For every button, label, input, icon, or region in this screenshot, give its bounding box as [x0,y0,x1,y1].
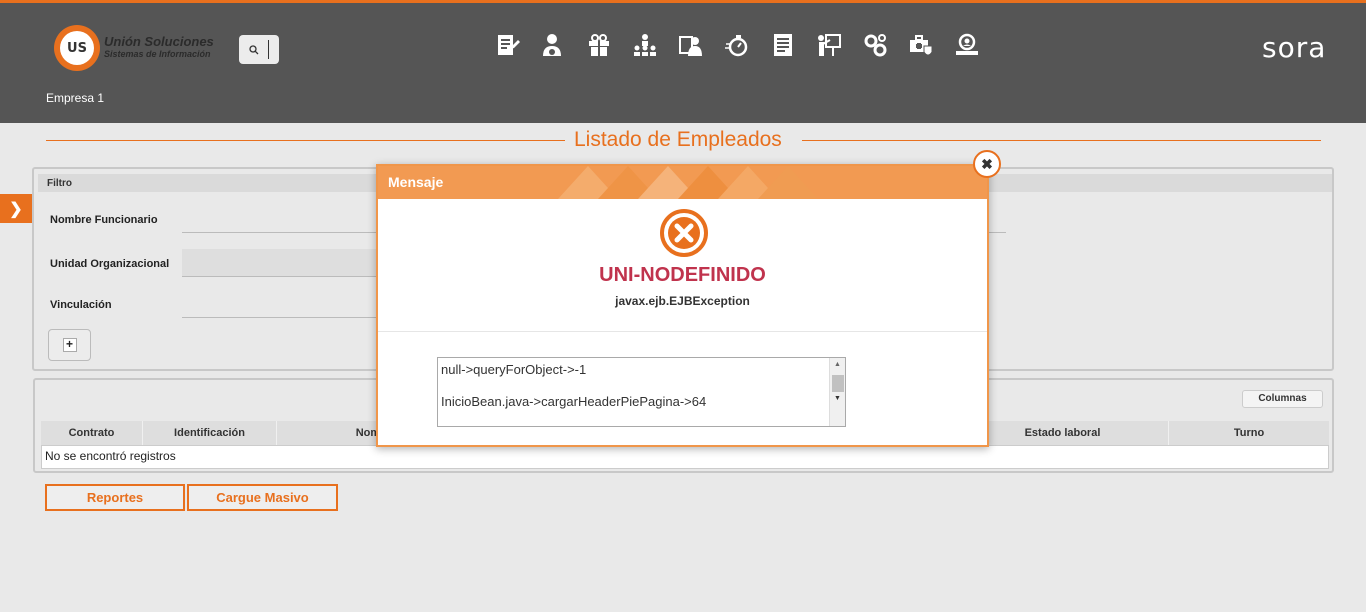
dialog-title: Mensaje [388,174,444,190]
columns-button[interactable]: Columnas [1242,390,1323,408]
label-vinculacion: Vinculación [50,299,112,311]
error-message: javax.ejb.EJBException [615,294,750,308]
textarea-scrollbar[interactable]: ▲ ▼ [829,358,845,426]
error-detail-textarea[interactable]: null->queryForObject->-1 InicioBean.java… [437,357,846,427]
id-card-user-icon[interactable] [677,31,705,59]
logo-tagline: Sistemas de Información [104,49,211,59]
plus-icon: + [62,338,77,352]
user-admin-icon[interactable] [539,31,567,59]
medical-case-icon[interactable] [907,31,935,59]
add-filter-button[interactable]: + [48,329,91,361]
page-title: Listado de Empleados [574,128,782,151]
document-list-icon[interactable] [769,31,797,59]
gears-icon[interactable] [861,31,889,59]
label-nombre-funcionario: Nombre Funcionario [50,214,158,226]
dialog-header[interactable]: Mensaje [378,166,987,199]
top-header: US Unión Soluciones Sistemas de Informac… [0,0,1366,123]
gift-icon[interactable] [585,31,613,59]
header-pattern [558,166,818,199]
error-icon [660,209,708,257]
column-header-turno[interactable]: Turno [1169,421,1329,445]
page-title-row: Listado de Empleados [46,128,1321,152]
logo-name: Unión Soluciones [104,34,214,49]
unidad-organizacional-select[interactable] [182,249,382,277]
logo-emblem: US [54,25,100,71]
column-header-identificacion[interactable]: Identificación [143,421,277,445]
company-name[interactable]: Empresa 1 [46,91,104,105]
presentation-icon[interactable] [815,31,843,59]
label-unidad-organizacional: Unidad Organizacional [50,258,170,270]
brand-logo: sora [1262,31,1327,64]
scroll-down-icon[interactable]: ▼ [834,395,841,402]
message-dialog: Mensaje UNI-NODEFINIDO javax.ejb.EJBExce… [376,164,989,447]
scroll-up-icon[interactable]: ▲ [834,361,841,368]
vinculacion-select[interactable] [182,290,382,318]
module-nav [493,31,999,59]
search-button[interactable] [239,35,279,64]
detail-line: InicioBean.java->cargarHeaderPiePagina->… [441,394,707,409]
stopwatch-icon[interactable] [723,31,751,59]
sidebar-toggle[interactable]: ❯ [0,194,32,223]
dialog-divider [378,331,987,332]
dialog-close-button[interactable]: ✖ [973,150,1001,178]
close-icon: ✖ [981,155,993,172]
detail-line: null->queryForObject->-1 [441,362,587,377]
bulk-load-button[interactable]: Cargue Masivo [187,484,338,511]
edit-document-icon[interactable] [493,31,521,59]
org-chart-icon[interactable] [631,31,659,59]
column-header-contrato[interactable]: Contrato [41,421,143,445]
scroll-thumb[interactable] [832,375,844,392]
empty-row: No se encontró registros [41,445,1329,469]
error-code: UNI-NODEFINIDO [599,264,766,286]
logo-badge: US [60,31,94,65]
company-logo[interactable]: US Unión Soluciones Sistemas de Informac… [54,25,214,71]
search-user-icon[interactable] [953,31,981,59]
reports-button[interactable]: Reportes [45,484,185,511]
search-icon [249,44,259,54]
chevron-right-icon: ❯ [9,200,23,218]
